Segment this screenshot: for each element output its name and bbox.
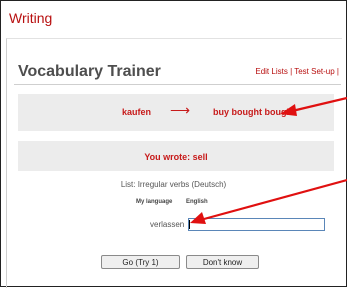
list-name: List: Irregular verbs (Deutsch) <box>120 180 227 189</box>
feedback-text: You wrote: sell <box>144 152 208 162</box>
link-separator: | <box>336 67 339 76</box>
feedback-box: You wrote: sell <box>18 141 334 171</box>
link-separator: | <box>290 67 293 76</box>
test-setup-link[interactable]: Test Set-up <box>294 67 334 76</box>
translation-box: kaufen ⟶ buy bought bought <box>18 94 334 131</box>
dont-know-button[interactable]: Don't know <box>186 255 259 269</box>
target-language-label: English <box>186 199 208 205</box>
answer-input[interactable] <box>188 218 325 231</box>
target-word: buy bought bought <box>213 107 295 117</box>
go-button[interactable]: Go (Try 1) <box>101 255 180 269</box>
right-arrow-icon: ⟶ <box>170 102 191 118</box>
text-caret <box>189 220 190 229</box>
header-divider <box>14 84 341 85</box>
section-title: Writing <box>9 10 53 26</box>
prompt-word: verlassen <box>150 220 185 229</box>
app-title: Vocabulary Trainer <box>18 63 161 80</box>
header-links: Edit Lists | Test Set-up | <box>255 67 339 76</box>
source-word: kaufen <box>122 107 152 117</box>
edit-lists-link[interactable]: Edit Lists <box>255 67 287 76</box>
my-language-label: My language <box>136 199 173 205</box>
